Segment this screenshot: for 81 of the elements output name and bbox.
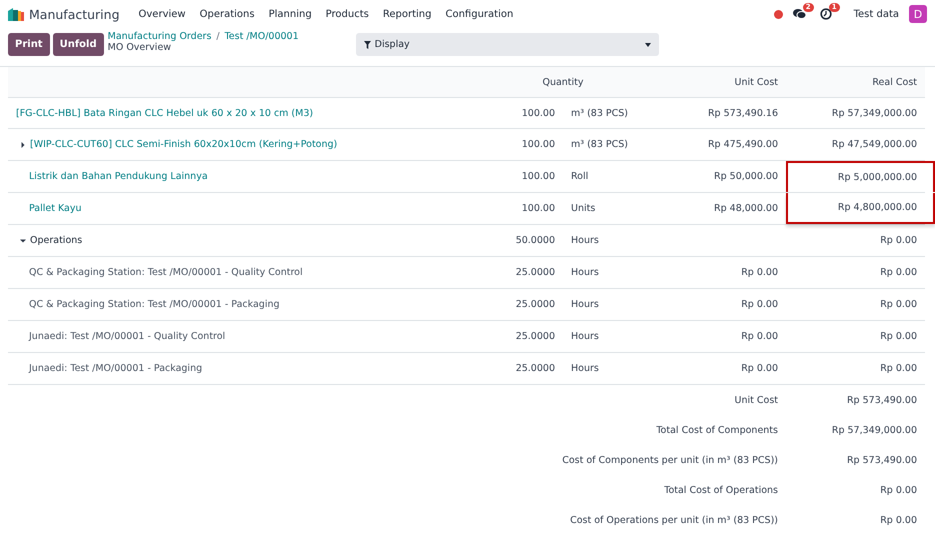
- unit-cost-cell-text: Rp 0.00: [740, 267, 779, 278]
- column-header: Unit Cost: [734, 76, 779, 88]
- summary-value: Rp 0.00: [879, 484, 918, 496]
- menu-item[interactable]: Reporting: [376, 8, 438, 20]
- product-link[interactable]: [WIP-CLC-CUT60] CLC Semi-Finish 60x20x10cm (Kering+Potong): [30, 139, 338, 150]
- quantity-cell-text: 100.00: [520, 108, 556, 118]
- unfold-button[interactable]: Unfold: [52, 33, 104, 56]
- user-avatar[interactable]: D: [909, 5, 927, 23]
- menu-item[interactable]: Products: [318, 8, 376, 20]
- operation-name: QC & Packaging Station: Test /MO/00001 - Quality Control: [29, 267, 303, 278]
- product-link[interactable]: Listrik dan Bahan Pendukung Lainnya: [29, 171, 208, 182]
- real-cost-cell-text: Rp 0.00: [879, 234, 918, 248]
- unit-cost-cell-text: Rp 475,490.00: [706, 139, 779, 150]
- status-dot: [774, 10, 783, 18]
- unit-cost-cell-text: Rp 50,000.00: [713, 171, 779, 182]
- column-header: Quantity: [541, 76, 585, 88]
- app-logo-icon: [8, 8, 24, 20]
- unit-cost-cell-text: Rp 48,000.00: [713, 203, 779, 214]
- summary-value: Rp 573,490.00: [846, 454, 918, 466]
- caret-icon[interactable]: [20, 142, 26, 148]
- unit-cell-text: Hours: [570, 363, 600, 374]
- product-link[interactable]: [FG-CLC-HBL] Bata Ringan CLC Hebel uk 60 x 20 x 10 cm (M3): [16, 108, 314, 118]
- summary-value: Rp 0.00: [879, 514, 918, 526]
- summary-label: Cost of Operations per unit (in m³ (83 PCS)): [569, 514, 779, 526]
- quantity-cell-text: 25.0000: [514, 331, 556, 342]
- quantity-cell-text: 50.0000: [514, 235, 556, 246]
- real-cost-cell-text: Rp 0.00: [879, 330, 918, 344]
- caret-icon[interactable]: [20, 238, 26, 244]
- summary-label: Unit Cost: [734, 394, 779, 406]
- menu-item[interactable]: Planning: [262, 8, 319, 20]
- real-cost-cell-text: Rp 0.00: [879, 362, 918, 376]
- caret-icon: [644, 42, 651, 46]
- real-cost-cell-text: Rp 0.00: [879, 266, 918, 280]
- page-subtitle: MO Overview: [108, 42, 172, 53]
- chat-icon[interactable]: [792, 8, 806, 20]
- quantity-cell-text: 25.0000: [514, 299, 556, 310]
- clock-icon[interactable]: [820, 8, 832, 20]
- highlighted-cost-cell: Rp 4,800,000.00: [786, 193, 935, 224]
- unit-cell-text: Hours: [570, 331, 600, 342]
- operation-name: Junaedi: Test /MO/00001 - Packaging: [29, 363, 202, 374]
- quantity-cell-text: 100.00: [520, 139, 556, 150]
- unit-cell-text: Hours: [570, 235, 600, 246]
- unit-cost-cell-text: Rp 0.00: [740, 363, 779, 374]
- unit-cell-text: m³ (83 PCS): [570, 108, 629, 118]
- real-cost-cell-text: Rp 47,549,000.00: [830, 138, 918, 152]
- unit-cost-cell-text: Rp 573,490.16: [706, 108, 779, 118]
- print-button[interactable]: Print: [8, 33, 50, 56]
- operation-name: Junaedi: Test /MO/00001 - Quality Control: [29, 331, 226, 342]
- highlighted-cost-cell: Rp 5,000,000.00: [786, 161, 935, 192]
- unit-cell-text: m³ (83 PCS): [570, 139, 629, 150]
- real-cost-cell-text: Rp 57,349,000.00: [830, 106, 918, 120]
- summary-value: Rp 57,349,000.00: [830, 424, 918, 436]
- menu-item[interactable]: Configuration: [438, 8, 520, 20]
- section-title[interactable]: Operations: [30, 235, 82, 246]
- operation-name: QC & Packaging Station: Test /MO/00001 - Packaging: [29, 299, 280, 310]
- app-title[interactable]: Manufacturing: [29, 6, 120, 22]
- breadcrumb-link[interactable]: Manufacturing Orders: [108, 31, 212, 42]
- quantity-cell-text: 25.0000: [514, 363, 556, 374]
- unit-cell-text: Units: [570, 203, 596, 214]
- breadcrumb-separator: /: [216, 31, 220, 42]
- summary-label: Cost of Components per unit (in m³ (83 PCS)): [561, 454, 779, 466]
- user-name[interactable]: Test data: [854, 8, 899, 20]
- menu-item[interactable]: Operations: [192, 8, 262, 20]
- summary-label: Total Cost of Operations: [663, 484, 779, 496]
- summary-value: Rp 573,490.00: [846, 394, 918, 406]
- unit-cost-cell-text: Rp 0.00: [740, 299, 779, 310]
- menu-item[interactable]: Overview: [132, 8, 193, 20]
- column-header: Real Cost: [871, 76, 918, 88]
- real-cost-cell-text: Rp 0.00: [879, 298, 918, 312]
- breadcrumb-link[interactable]: Test /MO/00001: [224, 31, 299, 42]
- unit-cell-text: Hours: [570, 299, 600, 310]
- quantity-cell-text: 100.00: [520, 203, 556, 214]
- product-link[interactable]: Pallet Kayu: [29, 203, 82, 214]
- display-dropdown[interactable]: Display: [356, 33, 659, 56]
- unit-cell-text: Hours: [570, 267, 600, 278]
- filter-icon: [364, 40, 371, 48]
- summary-label: Total Cost of Components: [655, 424, 779, 436]
- quantity-cell-text: 100.00: [520, 171, 556, 182]
- quantity-cell-text: 25.0000: [514, 267, 556, 278]
- unit-cost-cell-text: Rp 0.00: [740, 331, 779, 342]
- unit-cell-text: Roll: [570, 171, 590, 182]
